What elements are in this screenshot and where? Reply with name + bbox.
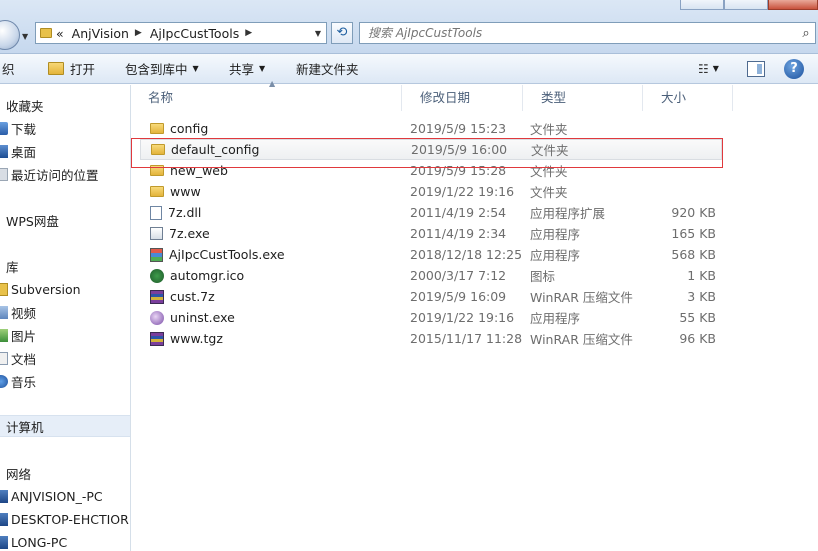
navigation-pane: 收藏夹 下载 桌面 最近访问的位置 WPS网盘 库 Subversion 视频 … <box>0 85 131 551</box>
search-icon[interactable]: ⌕ <box>797 26 815 41</box>
nav-recent[interactable]: 最近访问的位置 <box>0 163 130 185</box>
file-row-www-tgz[interactable]: www.tgz 2015/11/17 11:28 WinRAR 压缩文件 96 … <box>140 328 722 349</box>
change-view-button[interactable]: ☷ ▼ <box>690 54 727 84</box>
nav-documents[interactable]: 文档 <box>0 347 130 369</box>
winrar-archive-icon <box>150 331 164 346</box>
preview-pane-icon[interactable] <box>747 61 765 77</box>
sort-ascending-icon: ▲ <box>269 79 276 88</box>
folder-icon <box>150 186 164 197</box>
video-icon <box>0 305 8 319</box>
folder-icon <box>40 28 52 38</box>
address-bar-area: ▼ « AnjVision▶ AjIpcCustTools▶ ▼ ⟲ ⌕ <box>0 0 818 54</box>
nav-pc-anjvision[interactable]: ANJVISION_-PC <box>0 485 130 507</box>
file-row-default-config[interactable]: default_config 2019/5/9 16:00 文件夹 <box>140 139 722 160</box>
help-icon[interactable]: ? <box>784 59 804 79</box>
refresh-button[interactable]: ⟲ <box>331 22 353 44</box>
maximize-button[interactable] <box>724 0 768 10</box>
share-button[interactable]: 共享 ▼ <box>221 54 273 84</box>
picture-icon <box>0 328 8 342</box>
icon-file-icon <box>150 268 164 283</box>
command-bar: 织 打开 包含到库中 ▼ 共享 ▼ 新建文件夹 ☷ ▼ ? <box>0 54 818 84</box>
nav-network[interactable]: 网络 <box>0 462 130 484</box>
computer-icon <box>0 512 8 526</box>
music-icon <box>0 374 8 388</box>
subversion-icon <box>0 282 8 296</box>
window-controls <box>680 0 818 10</box>
folder-icon <box>150 165 164 176</box>
file-row-cust-7z[interactable]: cust.7z 2019/5/9 16:09 WinRAR 压缩文件 3 KB <box>140 286 722 307</box>
document-icon <box>0 351 8 365</box>
column-date[interactable]: 修改日期 <box>402 85 523 111</box>
nav-subversion[interactable]: Subversion <box>0 278 130 300</box>
file-row-7z-dll[interactable]: 7z.dll 2011/4/19 2:54 应用程序扩展 920 KB <box>140 202 722 223</box>
file-row-config[interactable]: config 2019/5/9 15:23 文件夹 <box>140 118 722 139</box>
close-button[interactable] <box>768 0 818 10</box>
new-folder-button[interactable]: 新建文件夹 <box>288 54 367 84</box>
chevron-down-icon: ▼ <box>712 64 719 73</box>
download-icon <box>0 121 8 135</box>
desktop-icon <box>0 144 8 158</box>
open-folder-icon <box>48 62 64 75</box>
minimize-button[interactable] <box>680 0 724 10</box>
nav-music[interactable]: 音乐 <box>0 370 130 392</box>
recent-pages-dropdown-icon[interactable]: ▼ <box>22 32 28 41</box>
folder-icon <box>150 123 164 134</box>
nav-videos[interactable]: 视频 <box>0 301 130 323</box>
recent-places-icon <box>0 167 8 181</box>
nav-downloads[interactable]: 下载 <box>0 117 130 139</box>
nav-pc-desktop[interactable]: DESKTOP-EHCTIOR <box>0 508 130 530</box>
application-icon <box>150 247 163 262</box>
file-row-www[interactable]: www 2019/1/22 19:16 文件夹 <box>140 181 722 202</box>
view-grid-icon: ☷ <box>698 61 709 76</box>
column-size[interactable]: 大小 <box>643 85 733 111</box>
file-row-new-web[interactable]: new_web 2019/5/9 15:28 文件夹 <box>140 160 722 181</box>
include-in-library-button[interactable]: 包含到库中 ▼ <box>117 54 207 84</box>
column-type[interactable]: 类型 <box>523 85 643 111</box>
column-headers: 名称 ▲ 修改日期 类型 大小 <box>131 79 818 111</box>
nav-pictures[interactable]: 图片 <box>0 324 130 346</box>
chevron-right-icon[interactable]: ▶ <box>135 28 142 38</box>
file-row-ajipccusttools-exe[interactable]: AjIpcCustTools.exe 2018/12/18 12:25 应用程序… <box>140 244 722 265</box>
chevron-down-icon: ▼ <box>192 64 199 73</box>
computer-icon <box>0 535 8 549</box>
breadcrumb-overflow[interactable]: « <box>52 26 68 41</box>
breadcrumb-anjvision[interactable]: AnjVision ▶ <box>68 26 146 41</box>
folder-icon <box>151 144 165 155</box>
back-button[interactable] <box>0 20 20 50</box>
address-bar[interactable]: « AnjVision ▶ AjIpcCustTools ▶ ▼ <box>35 22 327 44</box>
nav-pc-long[interactable]: LONG-PC <box>0 531 130 551</box>
nav-desktop[interactable]: 桌面 <box>0 140 130 162</box>
search-box[interactable]: ⌕ <box>359 22 816 44</box>
computer-icon <box>0 489 8 503</box>
chevron-down-icon: ▼ <box>259 64 266 73</box>
breadcrumb-ajipccusttools[interactable]: AjIpcCustTools ▶ <box>146 26 256 41</box>
nav-wps[interactable]: WPS网盘 <box>0 209 130 231</box>
nav-computer[interactable]: 计算机 <box>0 415 130 437</box>
uninstaller-icon <box>150 310 164 325</box>
open-button[interactable]: 打开 <box>40 54 103 84</box>
column-name[interactable]: 名称 <box>131 85 402 111</box>
chevron-right-icon[interactable]: ▶ <box>245 28 252 38</box>
file-row-automgr-ico[interactable]: automgr.ico 2000/3/17 7:12 图标 1 KB <box>140 265 722 286</box>
dll-file-icon <box>150 205 162 220</box>
exe-file-icon <box>150 227 163 240</box>
address-dropdown-icon[interactable]: ▼ <box>310 29 326 38</box>
organize-button[interactable]: 织 <box>0 54 23 84</box>
file-row-7z-exe[interactable]: 7z.exe 2011/4/19 2:34 应用程序 165 KB <box>140 223 722 244</box>
search-input[interactable] <box>360 23 797 43</box>
winrar-archive-icon <box>150 289 164 304</box>
nav-favorites[interactable]: 收藏夹 <box>0 94 130 116</box>
file-row-uninst-exe[interactable]: uninst.exe 2019/1/22 19:16 应用程序 55 KB <box>140 307 722 328</box>
nav-libraries[interactable]: 库 <box>0 255 130 277</box>
